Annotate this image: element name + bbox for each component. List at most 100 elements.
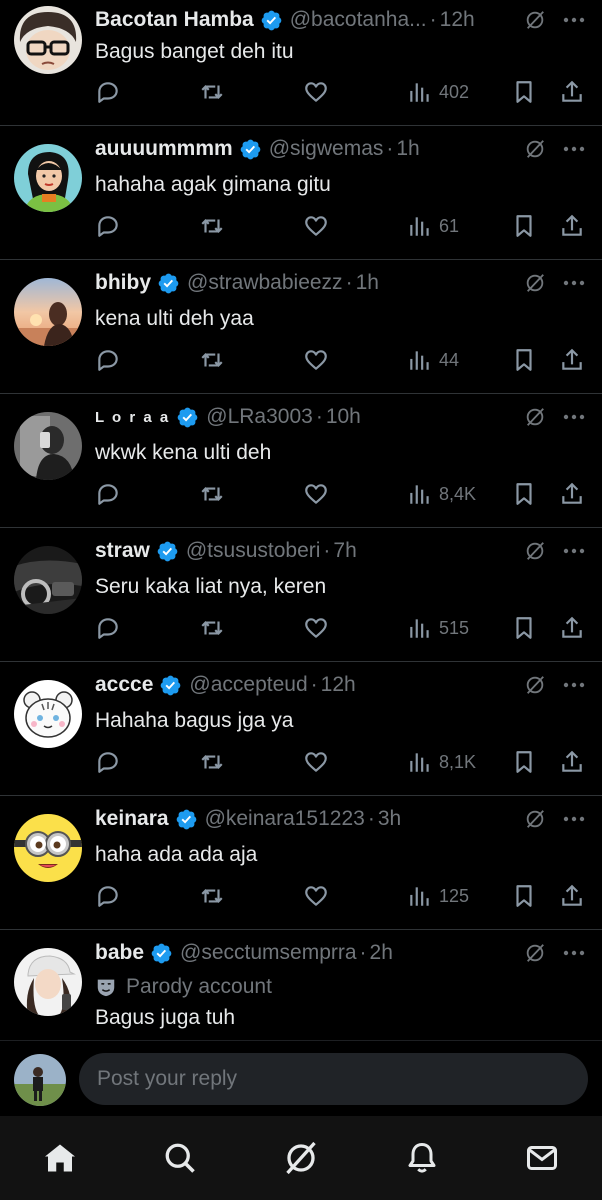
repost-button[interactable] (199, 882, 225, 910)
like-button[interactable] (303, 614, 329, 642)
gamer-glasses-avatar[interactable] (14, 6, 82, 74)
timestamp[interactable]: 3h (378, 807, 401, 831)
display-name[interactable]: accce (95, 673, 153, 697)
grok-icon[interactable] (524, 272, 546, 294)
repost-button[interactable] (199, 748, 225, 776)
nav-messages[interactable] (522, 1138, 562, 1178)
repost-button[interactable] (199, 614, 225, 642)
like-button[interactable] (303, 748, 329, 776)
sunset-silhouette-avatar[interactable] (14, 278, 82, 346)
car-interior-avatar[interactable] (14, 546, 82, 614)
grok-icon[interactable] (524, 9, 546, 31)
views-button[interactable]: 125 (407, 882, 469, 910)
views-button[interactable]: 515 (407, 614, 469, 642)
timestamp[interactable]: 1h (396, 137, 419, 161)
views-button[interactable]: 61 (407, 212, 459, 240)
display-name[interactable]: bhiby (95, 271, 151, 295)
nav-grok[interactable] (281, 1138, 321, 1178)
share-button[interactable] (559, 212, 585, 240)
display-name[interactable]: straw (95, 539, 150, 563)
reply-item[interactable]: straw @tsusustoberi · 7h Seru kaka liat … (0, 528, 602, 662)
bookmark-button[interactable] (511, 78, 537, 106)
more-options-icon[interactable] (562, 942, 586, 964)
user-handle[interactable]: @bacotanha... (290, 8, 427, 32)
minion-avatar[interactable] (14, 814, 82, 882)
grok-icon[interactable] (524, 808, 546, 830)
repost-button[interactable] (199, 480, 225, 508)
reply-item[interactable]: L o r a a @LRa3003 · 10h wkwk kena ulti … (0, 394, 602, 528)
share-button[interactable] (559, 614, 585, 642)
bookmark-button[interactable] (511, 212, 537, 240)
views-button[interactable]: 44 (407, 346, 459, 374)
like-button[interactable] (303, 212, 329, 240)
mirror-selfie-avatar[interactable] (14, 412, 82, 480)
more-options-icon[interactable] (562, 808, 586, 830)
more-options-icon[interactable] (562, 406, 586, 428)
bookmark-button[interactable] (511, 480, 537, 508)
grok-icon[interactable] (524, 942, 546, 964)
reply-button[interactable] (95, 748, 121, 776)
user-handle[interactable]: @accepteud (189, 673, 307, 697)
reply-button[interactable] (95, 480, 121, 508)
user-handle[interactable]: @strawbabieezz (187, 271, 343, 295)
reply-input[interactable] (79, 1053, 588, 1105)
grok-icon[interactable] (524, 138, 546, 160)
reply-item[interactable]: babe @secctumsemprra · 2h Parody account… (0, 930, 602, 1040)
share-button[interactable] (559, 346, 585, 374)
reply-item[interactable]: accce @accepteud · 12h Hahaha bagus jga … (0, 662, 602, 796)
timestamp[interactable]: 10h (326, 405, 361, 429)
views-button[interactable]: 402 (407, 78, 469, 106)
like-button[interactable] (303, 78, 329, 106)
more-options-icon[interactable] (562, 272, 586, 294)
display-name[interactable]: babe (95, 941, 144, 965)
reply-button[interactable] (95, 614, 121, 642)
nav-home[interactable] (40, 1138, 80, 1178)
display-name[interactable]: L o r a a (95, 409, 170, 426)
like-button[interactable] (303, 882, 329, 910)
repost-button[interactable] (199, 212, 225, 240)
user-handle[interactable]: @secctumsemprra (180, 941, 357, 965)
reply-item[interactable]: keinara @keinara151223 · 3h haha ada ada… (0, 796, 602, 930)
user-avatar[interactable] (14, 1054, 66, 1106)
cap-girl-avatar[interactable] (14, 948, 82, 1016)
nav-notifications[interactable] (402, 1138, 442, 1178)
timestamp[interactable]: 12h (321, 673, 356, 697)
reply-item[interactable]: Bacotan Hamba @bacotanha... · 12h Bagus … (0, 0, 602, 126)
display-name[interactable]: keinara (95, 807, 169, 831)
user-handle[interactable]: @sigwemas (269, 137, 384, 161)
reply-button[interactable] (95, 346, 121, 374)
timestamp[interactable]: 1h (356, 271, 379, 295)
user-handle[interactable]: @LRa3003 (206, 405, 313, 429)
bookmark-button[interactable] (511, 346, 537, 374)
share-button[interactable] (559, 480, 585, 508)
reply-item[interactable]: bhiby @strawbabieezz · 1h kena ulti deh … (0, 260, 602, 394)
cartoon-tiger-avatar[interactable] (14, 680, 82, 748)
repost-button[interactable] (199, 346, 225, 374)
bookmark-button[interactable] (511, 614, 537, 642)
reply-button[interactable] (95, 212, 121, 240)
nav-search[interactable] (160, 1138, 200, 1178)
reply-button[interactable] (95, 78, 121, 106)
repost-button[interactable] (199, 78, 225, 106)
reply-item[interactable]: auuuummmm @sigwemas · 1h hahaha agak gim… (0, 126, 602, 260)
more-options-icon[interactable] (562, 674, 586, 696)
display-name[interactable]: auuuummmm (95, 137, 233, 161)
timestamp[interactable]: 7h (333, 539, 356, 563)
like-button[interactable] (303, 480, 329, 508)
more-options-icon[interactable] (562, 540, 586, 562)
share-button[interactable] (559, 748, 585, 776)
grok-icon[interactable] (524, 540, 546, 562)
views-button[interactable]: 8,4K (407, 480, 476, 508)
user-handle[interactable]: @tsusustoberi (186, 539, 321, 563)
user-handle[interactable]: @keinara151223 (205, 807, 365, 831)
share-button[interactable] (559, 882, 585, 910)
grok-icon[interactable] (524, 406, 546, 428)
share-button[interactable] (559, 78, 585, 106)
timestamp[interactable]: 12h (440, 8, 475, 32)
views-button[interactable]: 8,1K (407, 748, 476, 776)
display-name[interactable]: Bacotan Hamba (95, 8, 254, 32)
animated-princess-avatar[interactable] (14, 144, 82, 212)
reply-button[interactable] (95, 882, 121, 910)
bookmark-button[interactable] (511, 882, 537, 910)
grok-icon[interactable] (524, 674, 546, 696)
